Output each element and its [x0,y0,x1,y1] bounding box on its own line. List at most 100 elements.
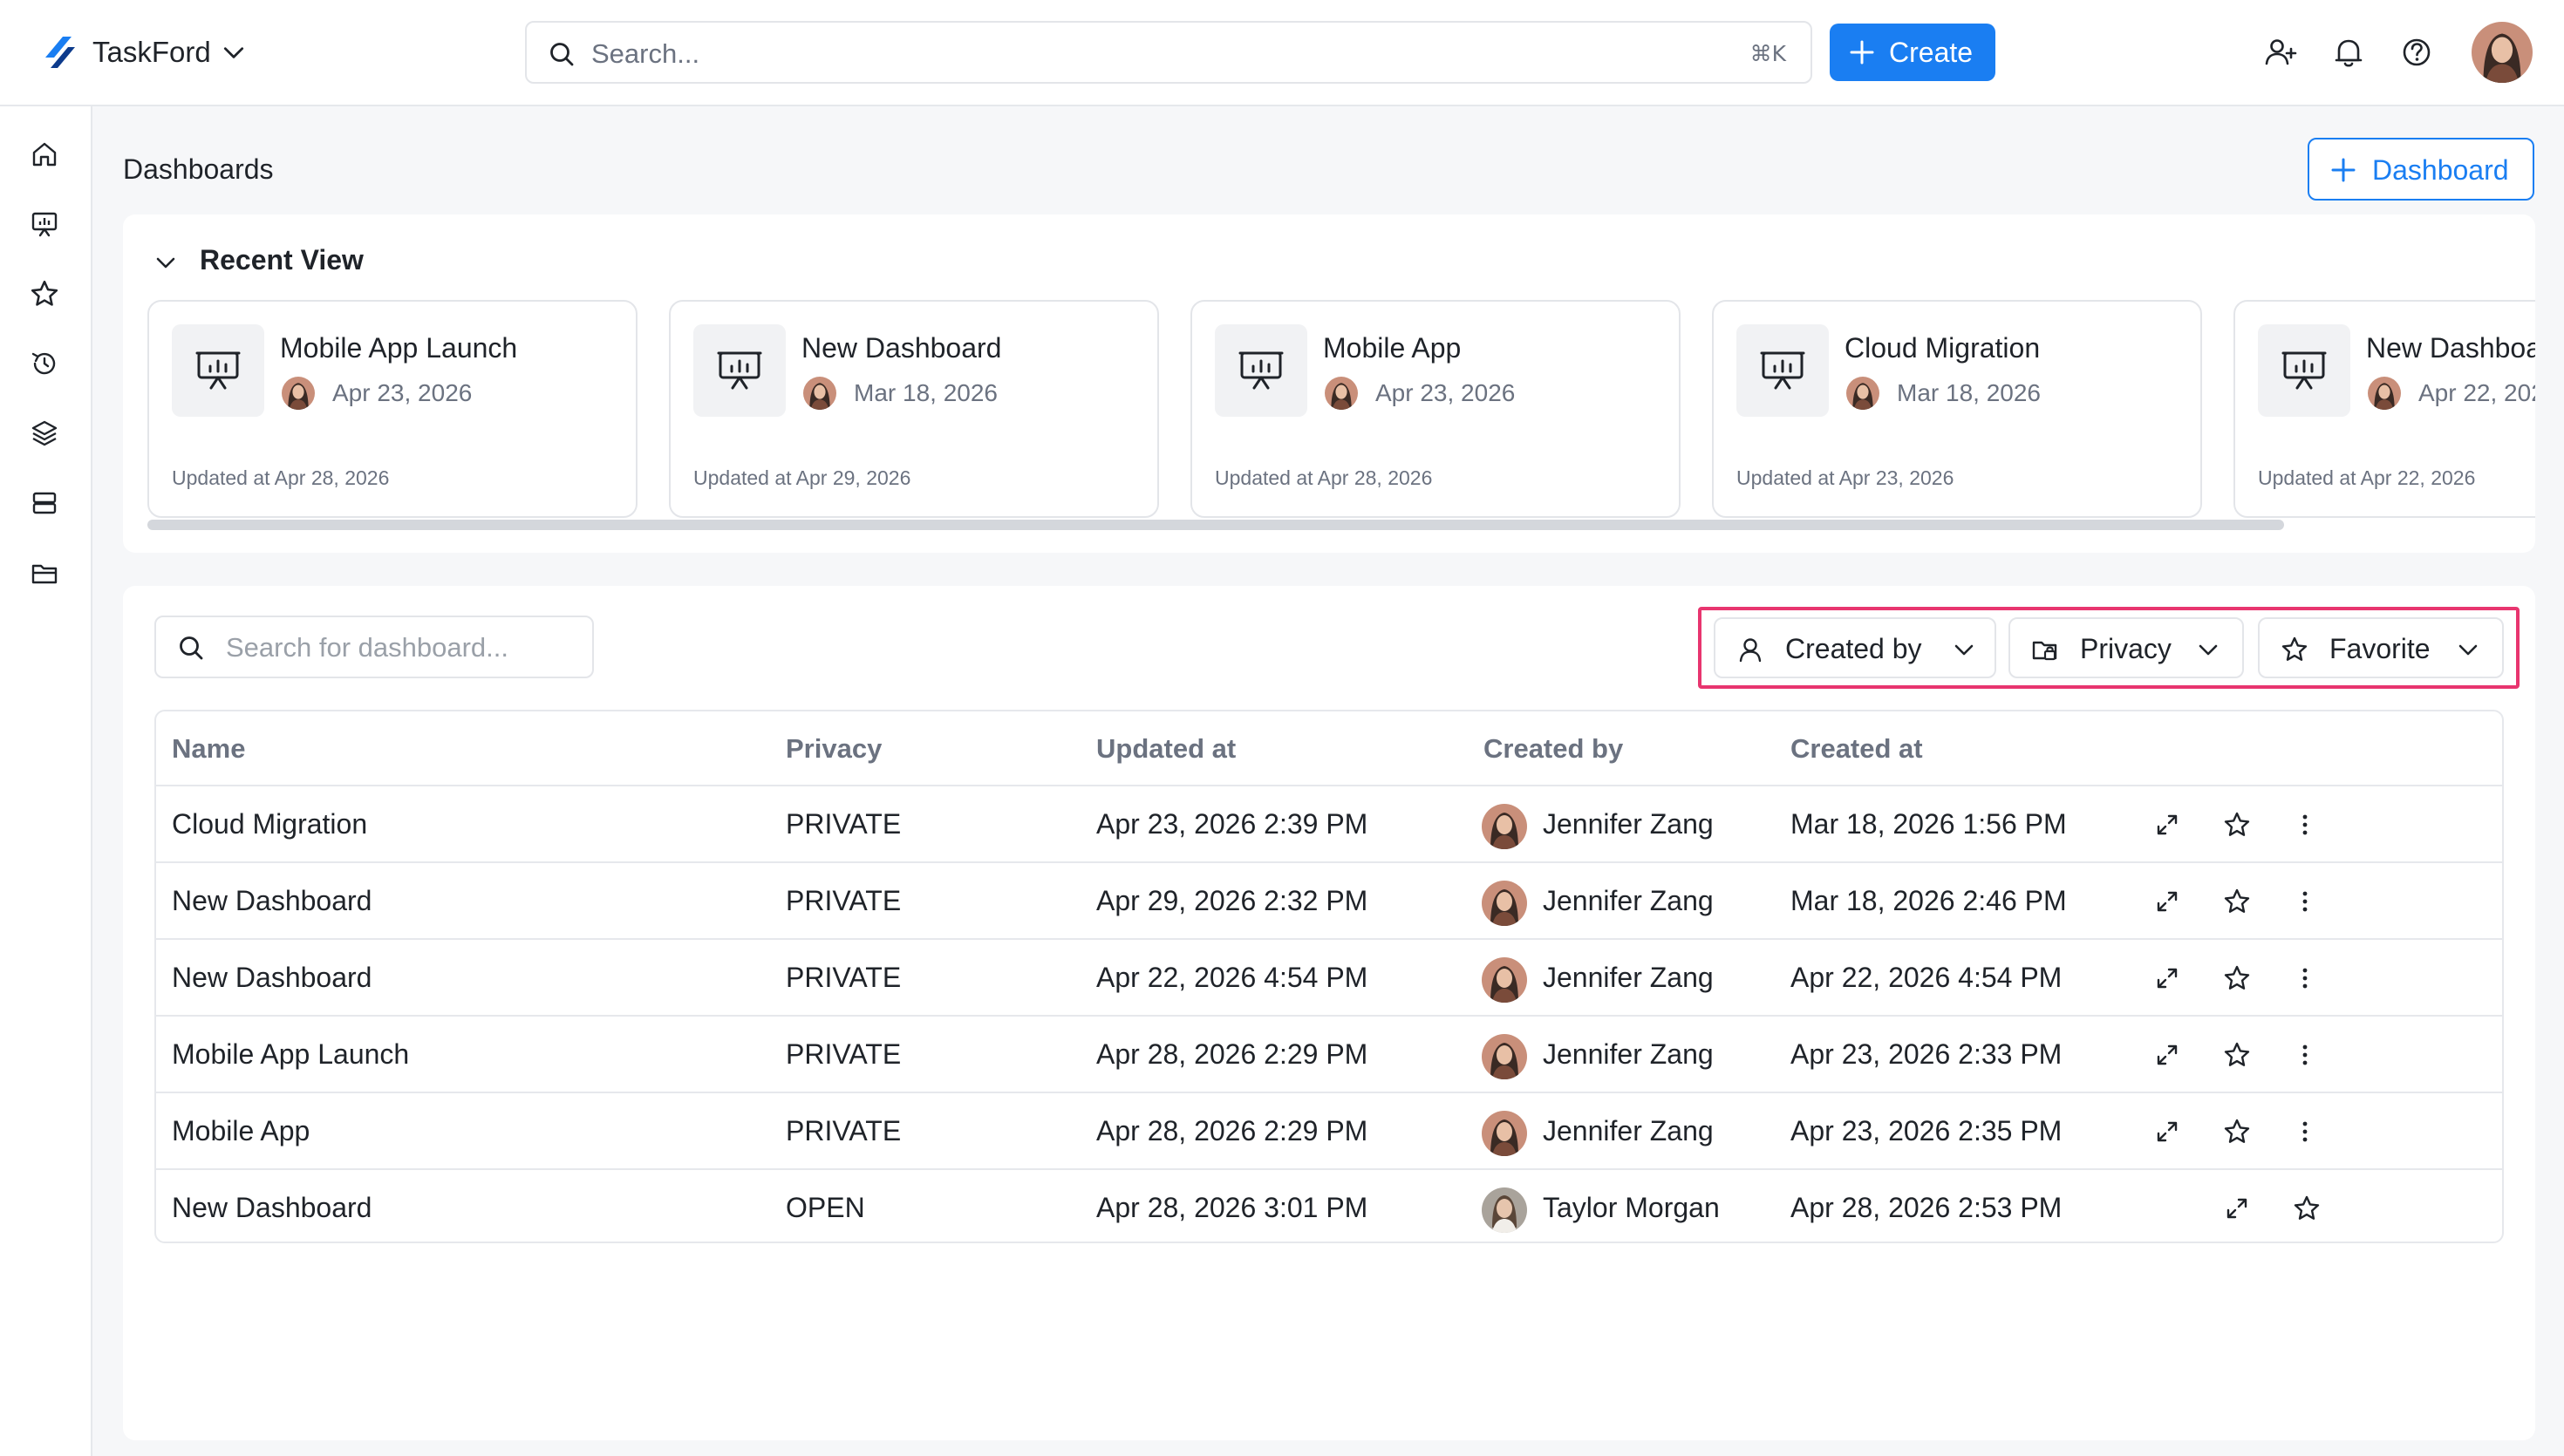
more-vertical-icon[interactable] [2291,1118,2319,1146]
add-dashboard-button[interactable]: Dashboard [2308,138,2534,201]
avatar [1482,804,1527,849]
dashboard-search-input[interactable]: Search for dashboard... [154,616,594,678]
user-icon [1739,638,1762,663]
expand-icon[interactable] [2153,1118,2181,1146]
home-icon[interactable] [30,139,59,169]
chevron-down-icon [2457,640,2479,659]
card-created-date: Apr 23, 2026 [332,379,473,406]
card-updated-text: Updated at Apr 28, 2026 [1215,466,1433,489]
cell-created-by: Jennifer Zang [1543,808,1714,840]
plus-icon [2331,158,2356,182]
privacy-filter-label: Privacy [2080,633,2172,664]
recent-dashboard-card[interactable]: Mobile App Launch Apr 23, 2026 Updated at … [147,300,638,518]
star-icon[interactable] [2223,1041,2251,1069]
workspace-name[interactable]: TaskFord [92,33,211,71]
table-row[interactable]: Cloud Migration PRIVATE Apr 23, 2026 2:39 … [156,786,2502,863]
presentation-icon [1238,348,1284,393]
card-created-date: Apr 22, 2026 [2418,379,2535,406]
create-button[interactable]: Create [1830,24,1995,81]
recent-dashboard-card[interactable]: New Dashboard Apr 22, 2026 Updated at Apr … [2233,300,2535,518]
cell-created-at: Apr 22, 2026 4:54 PM [1790,962,2063,993]
cell-name[interactable]: Mobile App Launch [172,1038,409,1071]
presentation-icon[interactable] [30,209,59,239]
column-header-created-by[interactable]: Created by [1483,732,1623,765]
server-icon[interactable] [30,488,59,518]
recent-view-title: Recent View [200,244,364,276]
column-header-updated-at[interactable]: Updated at [1096,732,1236,765]
layers-icon[interactable] [30,418,59,448]
expand-icon[interactable] [2153,888,2181,915]
favorite-filter[interactable]: Favorite [2258,617,2504,678]
recent-dashboard-card[interactable]: Mobile App Apr 23, 2026 Updated at Apr 28,… [1190,300,1681,518]
avatar [1482,1187,1527,1233]
horizontal-scrollbar[interactable] [147,520,2284,530]
owner-avatar [282,377,315,410]
history-icon[interactable] [30,349,59,378]
global-search-input[interactable]: Search... ⌘K [525,21,1812,84]
create-button-label: Create [1889,37,1974,68]
dashboard-thumbnail [2258,324,2350,417]
table-row[interactable]: New Dashboard OPEN Apr 28, 2026 3:01 PM Tay… [156,1170,2502,1243]
cell-privacy: PRIVATE [786,1038,902,1070]
expand-icon[interactable] [2153,964,2181,992]
column-header-privacy[interactable]: Privacy [786,732,882,765]
created-by-filter[interactable]: Created by [1714,617,1996,678]
star-icon[interactable] [2223,964,2251,992]
top-bar: TaskFord Search... ⌘K Create [0,0,2564,106]
more-vertical-icon[interactable] [2291,888,2319,915]
card-title: Mobile App Launch [280,332,518,364]
dashboard-thumbnail [1215,324,1307,417]
column-header-created-at[interactable]: Created at [1790,732,1923,765]
table-row[interactable]: Mobile App Launch PRIVATE Apr 28, 2026 2:2… [156,1017,2502,1093]
cell-name[interactable]: Cloud Migration [172,807,367,840]
star-icon[interactable] [2293,1194,2321,1222]
search-icon [177,634,205,662]
star-icon[interactable] [2223,1118,2251,1146]
folder-icon[interactable] [30,558,59,588]
table-row[interactable]: New Dashboard PRIVATE Apr 29, 2026 2:32 PM… [156,863,2502,940]
created-by-filter-label: Created by [1785,633,1922,664]
help-icon[interactable] [2400,36,2433,69]
collapse-chevron-icon[interactable] [154,253,177,272]
cell-updated-at: Apr 22, 2026 4:54 PM [1096,962,1368,993]
card-updated-text: Updated at Apr 22, 2026 [2258,466,2476,489]
more-vertical-icon[interactable] [2291,1041,2319,1069]
expand-icon[interactable] [2153,811,2181,839]
search-icon [548,40,576,68]
star-icon[interactable] [2223,811,2251,839]
star-icon[interactable] [2223,888,2251,915]
table-row[interactable]: Mobile App PRIVATE Apr 28, 2026 2:29 PM Jen… [156,1093,2502,1170]
cell-updated-at: Apr 28, 2026 2:29 PM [1096,1038,1368,1070]
owner-avatar [1846,377,1879,410]
recent-dashboard-card[interactable]: Cloud Migration Mar 18, 2026 Updated at Ap… [1712,300,2202,518]
dashboard-thumbnail [693,324,786,417]
owner-avatar [803,377,836,410]
chevron-down-icon[interactable] [222,42,246,63]
card-created-date: Apr 23, 2026 [1375,379,1516,406]
cell-name[interactable]: Mobile App [172,1114,310,1147]
privacy-filter[interactable]: Privacy [2008,617,2244,678]
add-user-icon[interactable] [2264,36,2297,69]
cell-name[interactable]: New Dashboard [172,961,372,994]
cell-name[interactable]: New Dashboard [172,1191,372,1224]
page-title: Dashboards [123,153,274,185]
table-row[interactable]: New Dashboard PRIVATE Apr 22, 2026 4:54 PM… [156,940,2502,1017]
recent-dashboard-card[interactable]: New Dashboard Mar 18, 2026 Updated at Apr … [669,300,1159,518]
dashboard-table: Name Privacy Updated at Created by Creat… [154,710,2504,1243]
more-vertical-icon[interactable] [2291,811,2319,839]
card-title: New Dashboard [801,332,1002,364]
user-avatar[interactable] [2472,22,2533,83]
bell-icon[interactable] [2332,36,2365,69]
expand-icon[interactable] [2223,1194,2251,1222]
owner-avatar [1325,377,1358,410]
column-header-name[interactable]: Name [172,732,245,765]
cell-name[interactable]: New Dashboard [172,884,372,917]
expand-icon[interactable] [2153,1041,2181,1069]
cell-created-by: Jennifer Zang [1543,1115,1714,1146]
more-vertical-icon[interactable] [2291,964,2319,992]
cell-created-by: Taylor Morgan [1543,1192,1720,1223]
taskford-logo-icon[interactable] [38,31,80,73]
add-dashboard-label: Dashboard [2372,154,2509,186]
star-icon[interactable] [30,279,59,309]
card-title: New Dashboard [2366,332,2535,364]
